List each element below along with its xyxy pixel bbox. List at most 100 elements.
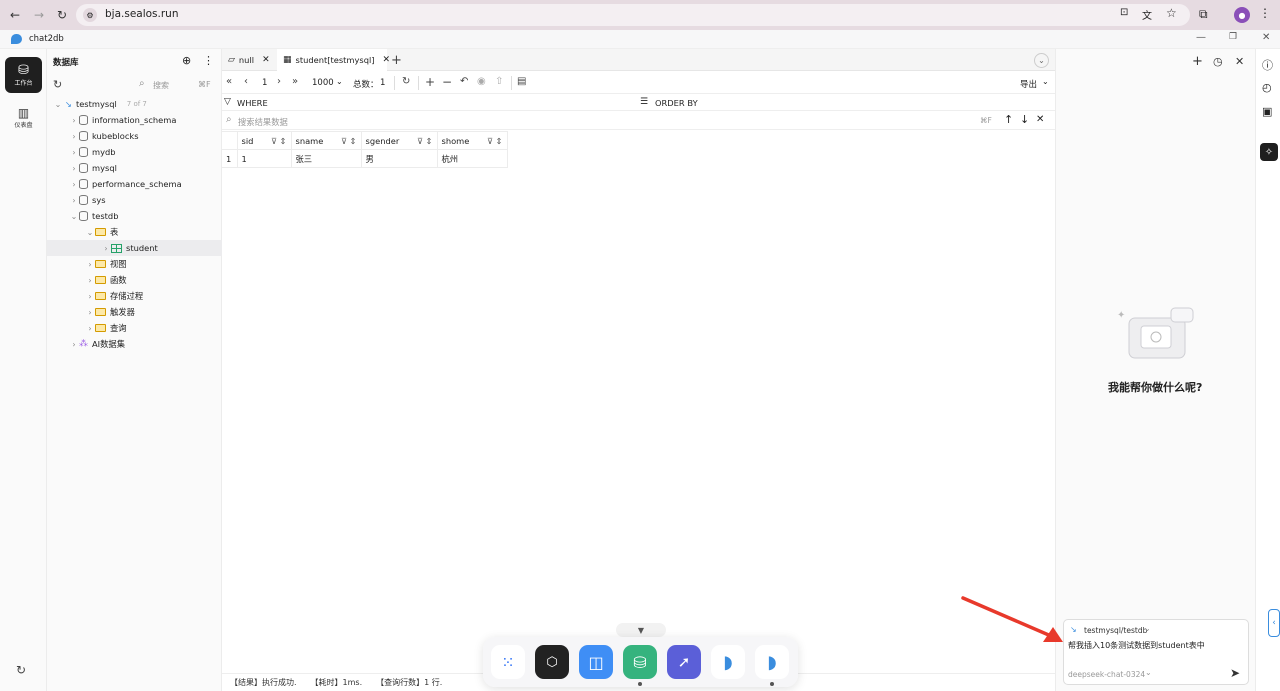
page-size-select[interactable]: 1000 xyxy=(312,78,334,88)
filter-sort-icon[interactable]: ⊽ ⇕ xyxy=(487,136,503,146)
minimize-icon[interactable]: — xyxy=(1196,32,1206,43)
install-app-icon[interactable]: ⊡ xyxy=(1120,7,1128,18)
column-header[interactable]: shome ⊽ ⇕ xyxy=(436,131,508,150)
tree-db-kubeblocks[interactable]: › kubeblocks xyxy=(47,128,222,144)
tree-folder-triggers[interactable]: › 触发器 xyxy=(47,304,222,320)
rail-dashboard-button[interactable]: ▥ 仪表盘 xyxy=(5,99,42,135)
arrow-up-icon[interactable]: ↑ xyxy=(1004,113,1013,126)
tab-student[interactable]: ▦ student[testmysql] ✕ xyxy=(277,49,390,71)
close-panel-icon[interactable]: ✕ xyxy=(1235,55,1244,68)
history-icon[interactable]: ◷ xyxy=(1213,55,1223,68)
reload-icon[interactable]: ↻ xyxy=(53,6,71,24)
tree-search-input[interactable]: ⌕ 搜索 ⌘F xyxy=(139,78,219,92)
filter-sort-icon[interactable]: ⊽ ⇕ xyxy=(341,136,357,146)
browser-menu-icon[interactable]: ⋮ xyxy=(1259,6,1271,20)
tree-folder-procedures[interactable]: › 存储过程 xyxy=(47,288,222,304)
new-chat-icon[interactable]: + xyxy=(1192,54,1203,69)
forward-icon[interactable]: → xyxy=(30,6,48,24)
table-row[interactable]: 1 1 张三 男 杭州 xyxy=(222,149,508,168)
column-header[interactable]: sname ⊽ ⇕ xyxy=(290,131,362,150)
table-cell[interactable]: 1 xyxy=(236,149,292,168)
chat2db-app-icon[interactable]: ◗ xyxy=(711,645,745,679)
close-tab-icon[interactable]: ✕ xyxy=(262,55,270,65)
launch-app-icon[interactable]: ➚ xyxy=(667,645,701,679)
delete-row-icon[interactable]: − xyxy=(442,75,452,89)
export-button[interactable]: 导出 xyxy=(1020,78,1037,90)
add-row-icon[interactable]: + xyxy=(425,75,435,89)
more-icon[interactable]: ⋮ xyxy=(203,54,214,67)
order-by-input[interactable]: ORDER BY xyxy=(655,98,698,108)
tree-table-student[interactable]: › student xyxy=(47,240,222,256)
restore-icon[interactable]: ❐ xyxy=(1229,32,1237,42)
tree-ai-dataset[interactable]: › ⁂ AI数据集 xyxy=(47,336,222,352)
chat2db-app-icon-2[interactable]: ◗ xyxy=(755,645,789,679)
extensions-icon[interactable]: ⧉ xyxy=(1199,7,1208,22)
first-page-icon[interactable]: « xyxy=(226,76,232,87)
refresh-icon[interactable]: ↻ xyxy=(16,663,26,677)
tree-db-testdb[interactable]: ⌄ testdb xyxy=(47,208,222,224)
site-info-icon[interactable]: ⚙ xyxy=(83,8,97,22)
time-file-icon[interactable]: ◴ xyxy=(1262,81,1272,94)
table-cell[interactable]: 张三 xyxy=(290,149,362,168)
chat-context-select[interactable]: testmysql/testdb xyxy=(1084,626,1147,635)
url-bar[interactable]: ⚙ bja.sealos.run ⊡ 文 ☆ xyxy=(76,4,1190,26)
undo-icon[interactable]: ↶ xyxy=(460,76,468,87)
info-icon[interactable]: ⓘ xyxy=(1262,57,1273,73)
prev-page-icon[interactable]: ‹ xyxy=(244,76,248,87)
tree-folder-tables[interactable]: ⌄ 表 xyxy=(47,224,222,240)
tree-db-sys[interactable]: › sys xyxy=(47,192,222,208)
chevron-down-icon[interactable]: ⌄ xyxy=(1145,668,1152,677)
next-page-icon[interactable]: › xyxy=(277,76,281,87)
chat-input[interactable]: 帮我插入10条测试数据到student表中 xyxy=(1068,640,1205,651)
tree-folder-queries[interactable]: › 查询 xyxy=(47,320,222,336)
add-tab-icon[interactable]: + xyxy=(391,53,402,68)
filter-sort-icon[interactable]: ⊽ ⇕ xyxy=(417,136,433,146)
code-app-icon[interactable]: ⬡ xyxy=(535,645,569,679)
chart-icon[interactable]: ▤ xyxy=(517,76,526,87)
column-header[interactable]: sid ⊽ ⇕ xyxy=(236,131,292,150)
filter-sort-icon[interactable]: ⊽ ⇕ xyxy=(271,136,287,146)
translate-icon[interactable]: 文 xyxy=(1142,7,1152,22)
preview-eye-icon[interactable]: ◉ xyxy=(477,76,486,87)
rail-workspace-button[interactable]: ⛁ 工作台 xyxy=(5,57,42,93)
tree-folder-views[interactable]: › 视图 xyxy=(47,256,222,272)
where-input[interactable]: WHERE xyxy=(237,98,268,108)
refresh-icon[interactable]: ↻ xyxy=(402,76,410,87)
profile-avatar[interactable]: ● xyxy=(1234,7,1250,23)
tree-db-mysql[interactable]: › mysql xyxy=(47,160,222,176)
dock-toggle-icon[interactable]: ▼ xyxy=(616,623,666,637)
bookmark-star-icon[interactable]: ☆ xyxy=(1166,6,1177,20)
chevron-down-icon[interactable]: ⌄ xyxy=(1042,77,1049,86)
upload-icon[interactable]: ⇧ xyxy=(495,76,503,87)
close-search-icon[interactable]: ✕ xyxy=(1036,114,1044,125)
tree-db-information-schema[interactable]: › information_schema xyxy=(47,112,222,128)
store-app-icon[interactable]: ◫ xyxy=(579,645,613,679)
add-connection-icon[interactable]: ⊕ xyxy=(182,54,191,67)
arrow-down-icon[interactable]: ↓ xyxy=(1020,113,1029,126)
launchpad-icon[interactable]: ⁙ xyxy=(491,645,525,679)
table-cell[interactable]: 杭州 xyxy=(436,149,508,168)
result-search-bar[interactable]: ⌕ 搜索结果数据 ⌘F ↑ ↓ ✕ xyxy=(222,111,1055,130)
close-window-icon[interactable]: ✕ xyxy=(1262,32,1270,43)
back-icon[interactable]: ← xyxy=(6,6,24,24)
tab-null[interactable]: ▱ null ✕ xyxy=(222,49,275,71)
collapse-panel-icon[interactable]: ‹ xyxy=(1268,609,1280,637)
last-page-icon[interactable]: » xyxy=(292,76,298,87)
tabs-dropdown-icon[interactable]: ⌄ xyxy=(1034,53,1049,68)
send-icon[interactable]: ➤ xyxy=(1230,666,1240,680)
tree-db-performance-schema[interactable]: › performance_schema xyxy=(47,176,222,192)
database-app-icon[interactable]: ⛁ xyxy=(623,645,657,679)
close-tab-icon[interactable]: ✕ xyxy=(383,55,391,65)
refresh-tree-icon[interactable]: ↻ xyxy=(53,78,62,91)
tree-folder-functions[interactable]: › 函数 xyxy=(47,272,222,288)
model-select[interactable]: deepseek-chat-0324 xyxy=(1068,670,1145,679)
tree-db-mydb[interactable]: › mydb xyxy=(47,144,222,160)
column-header[interactable]: sgender ⊽ ⇕ xyxy=(360,131,438,150)
table-cell[interactable]: 男 xyxy=(360,149,438,168)
ai-assistant-icon[interactable]: ✧ xyxy=(1260,143,1278,161)
page-number[interactable]: 1 xyxy=(262,78,267,88)
clipboard-icon[interactable]: ▣ xyxy=(1262,105,1272,118)
tree-connection-testmysql[interactable]: ⌄ ↘ testmysql 7 of 7 xyxy=(47,96,222,112)
chevron-down-icon[interactable]: ⌄ xyxy=(1144,624,1151,633)
chevron-down-icon[interactable]: ⌄ xyxy=(336,77,343,86)
